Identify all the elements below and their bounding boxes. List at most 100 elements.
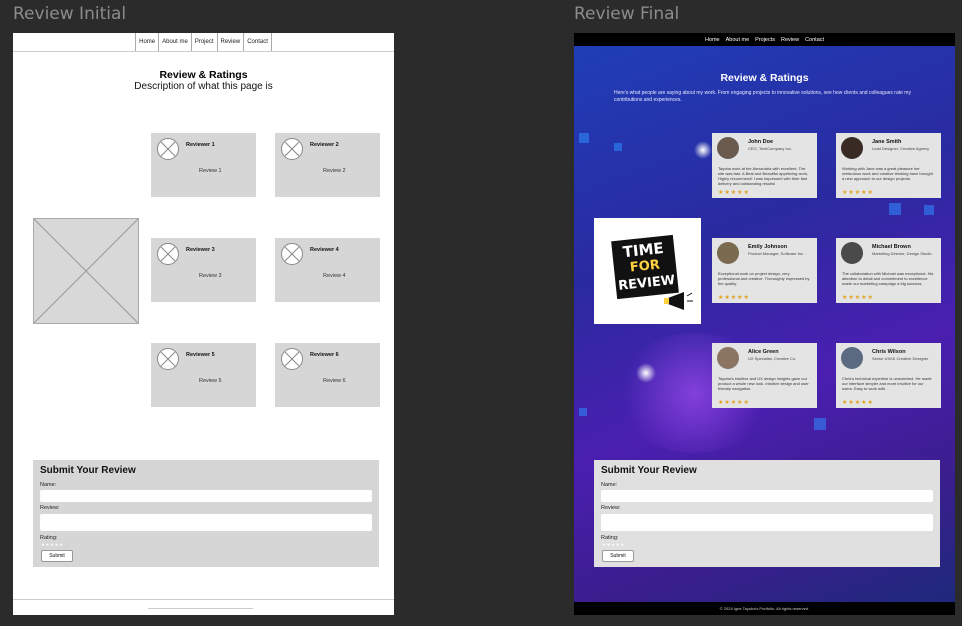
review-text: Review 3 — [199, 273, 222, 279]
review-text: Tayoba's intuitive and UX design insight… — [718, 376, 809, 391]
reviewer-name: Reviewer 2 — [310, 142, 339, 148]
review-card: Reviewer 5 Review 5 — [151, 343, 256, 407]
reviewer-name: Michael Brown — [872, 244, 911, 250]
nav-review[interactable]: Review — [216, 33, 244, 51]
megaphone-icon — [664, 292, 693, 310]
review-input[interactable] — [40, 514, 372, 531]
page-description: Description of what this page is — [134, 81, 273, 92]
rating-label: Rating: — [40, 535, 58, 541]
submit-button[interactable]: Submit — [41, 550, 73, 562]
nav-home[interactable]: Home — [135, 33, 158, 51]
reviewer-name: Reviewer 5 — [186, 352, 215, 358]
review-card: Alice Green UX Specialist, Creative Co. … — [712, 343, 817, 408]
rating-stars: ★★★★★ — [718, 295, 750, 301]
bg-square — [579, 408, 587, 416]
avatar — [717, 137, 739, 159]
bg-square — [889, 203, 901, 215]
final-frame[interactable]: Home About me Projects Review Contact Re… — [574, 33, 955, 615]
review-text: Chris's technical expertise is unmatched… — [842, 376, 932, 391]
name-input[interactable] — [601, 490, 933, 502]
review-text: Review 1 — [199, 168, 222, 174]
reviewer-role: Marketing Director, Design Studio — [872, 251, 932, 256]
reviewer-name: Chris Wilson — [872, 349, 906, 355]
reviewer-name: Jane Smith — [872, 139, 902, 145]
review-text: Review 5 — [199, 378, 222, 384]
submit-button[interactable]: Submit — [602, 550, 634, 562]
review-text: Working with Jane was a great pleasure h… — [842, 166, 933, 181]
review-form: Submit Your Review Name: Review: Rating:… — [594, 460, 940, 567]
avatar-placeholder-icon — [157, 348, 179, 370]
avatar — [841, 242, 863, 264]
avatar — [717, 242, 739, 264]
glow — [694, 141, 712, 159]
name-input[interactable] — [40, 490, 372, 502]
review-card: Emily Johnson Product Manager, Software … — [712, 238, 817, 303]
reviewer-role: CEO, TechCompany Inc. — [748, 146, 792, 151]
review-card: Reviewer 4 Review 4 — [275, 238, 380, 302]
top-nav: Home About me Projects Review Contact — [574, 33, 955, 46]
image-placeholder — [33, 218, 139, 324]
rating-stars: ★★★★★ — [842, 400, 874, 406]
reviewer-role: Lead Designer, Creative Agency — [872, 146, 930, 151]
review-card: Reviewer 3 Review 3 — [151, 238, 256, 302]
frame-label-final: Review Final — [574, 4, 680, 24]
review-card: Michael Brown Marketing Director, Design… — [836, 238, 941, 303]
reviewer-name: John Doe — [748, 139, 774, 145]
review-form: Submit Your Review Name: Review: Rating:… — [33, 460, 379, 567]
nav-home[interactable]: Home — [702, 37, 723, 43]
nav-projects[interactable]: Projects — [752, 37, 778, 43]
divider — [13, 51, 103, 52]
review-card: Reviewer 2 Review 2 — [275, 133, 380, 197]
bg-square — [924, 205, 934, 215]
nav-projects[interactable]: Project — [190, 33, 217, 51]
avatar-placeholder-icon — [281, 348, 303, 370]
reviewer-name: Reviewer 4 — [310, 247, 339, 253]
avatar — [717, 347, 739, 369]
review-card: Reviewer 1 Review 1 — [151, 133, 256, 197]
rating-stars: ★★★★★ — [842, 295, 874, 301]
nav-about[interactable]: About me — [158, 33, 191, 51]
reviewer-name: Emily Johnson — [748, 244, 788, 250]
nav-about[interactable]: About me — [723, 37, 753, 43]
reviewer-role: Product Manager, Software Inc. — [748, 251, 805, 256]
review-text: The collaboration with Michael was excep… — [842, 271, 934, 286]
avatar-placeholder-icon — [157, 243, 179, 265]
placeholder-cross-icon — [33, 218, 139, 324]
review-text: Tayoba work at the Alexandria with excel… — [718, 166, 809, 186]
reviewer-role: UX Specialist, Creative Co. — [748, 356, 797, 361]
review-text: Review 2 — [323, 168, 346, 174]
frame-label-initial: Review Initial — [13, 4, 127, 24]
reviewer-name: Reviewer 3 — [186, 247, 215, 253]
review-text: Exceptional work on project design, very… — [718, 271, 810, 286]
reviewer-name: Reviewer 6 — [310, 352, 339, 358]
page-title: Review & Ratings — [159, 69, 248, 81]
review-card: Jane Smith Lead Designer, Creative Agenc… — [836, 133, 941, 198]
avatar-placeholder-icon — [157, 138, 179, 160]
bg-square — [579, 133, 589, 143]
avatar — [841, 347, 863, 369]
rating-stars: ★★★★★ — [718, 400, 750, 406]
form-title: Submit Your Review — [40, 465, 136, 476]
wireframe-frame[interactable]: Home About me Project Review Contact Rev… — [13, 33, 394, 615]
reviewer-name: Reviewer 1 — [186, 142, 215, 148]
footer: © 2024 Igne Tayoba's Portfolio. All righ… — [574, 602, 955, 615]
avatar-placeholder-icon — [281, 243, 303, 265]
review-label: Review: — [601, 505, 621, 511]
page-title: Review & Ratings — [720, 72, 809, 84]
rating-label: Rating: — [601, 535, 619, 541]
time-for-review-image: TIME FOR REVIEW — [594, 218, 701, 324]
top-nav: Home About me Project Review Contact — [13, 33, 394, 52]
bg-square — [814, 418, 826, 430]
nav-contact[interactable]: Contact — [243, 33, 272, 51]
form-title: Submit Your Review — [601, 465, 697, 476]
review-input[interactable] — [601, 514, 933, 531]
review-card: Chris Wilson Senior UX/UI Creative Desig… — [836, 343, 941, 408]
rating-stars[interactable]: ★★★★★ — [41, 542, 64, 547]
nav-contact[interactable]: Contact — [802, 37, 827, 43]
review-label: Review: — [40, 505, 60, 511]
bg-square — [614, 143, 622, 151]
avatar-placeholder-icon — [281, 138, 303, 160]
review-text: Review 4 — [323, 273, 346, 279]
nav-review[interactable]: Review — [778, 37, 802, 43]
rating-stars[interactable]: ★★★★★ — [602, 542, 625, 547]
